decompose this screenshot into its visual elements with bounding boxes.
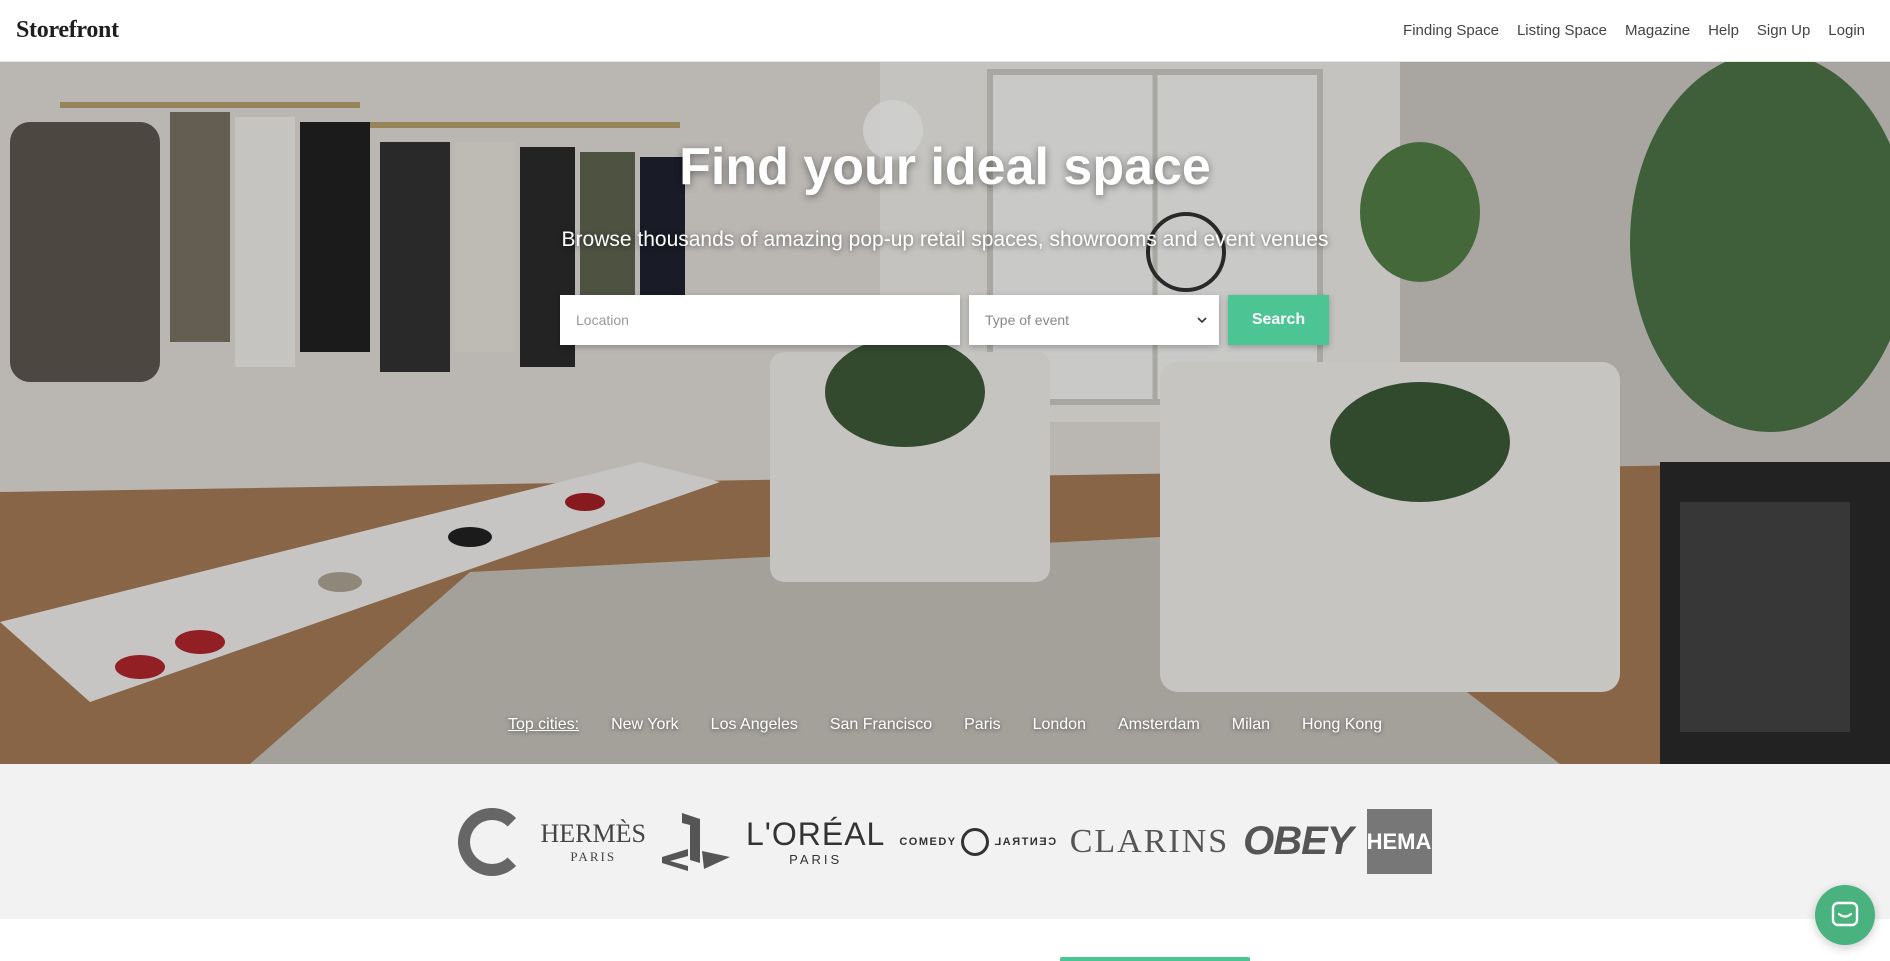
- city-link[interactable]: Milan: [1232, 716, 1270, 734]
- comedy-ring-icon: [960, 827, 989, 856]
- clarins-logo: CLARINS: [1069, 822, 1230, 860]
- loreal-wordmark: L'ORÉAL: [745, 815, 886, 852]
- loreal-subtext: PARIS: [789, 851, 843, 867]
- city-link[interactable]: San Francisco: [830, 716, 932, 734]
- comedy-central-logo: COMEDY CENTRAL: [899, 827, 1056, 856]
- top-cities-label[interactable]: Top cities:: [508, 716, 579, 734]
- nav-listing-space[interactable]: Listing Space: [1508, 22, 1616, 39]
- nav-help[interactable]: Help: [1699, 22, 1748, 39]
- search-bar: Type of event Search: [560, 295, 1329, 345]
- nav-sign-up[interactable]: Sign Up: [1748, 22, 1819, 39]
- city-link[interactable]: London: [1033, 716, 1086, 734]
- hero-subtitle: Browse thousands of amazing pop-up retai…: [561, 228, 1329, 251]
- hero-section: Find your ideal space Browse thousands o…: [0, 62, 1890, 764]
- top-cities: Top cities: New York Los Angeles San Fra…: [0, 716, 1890, 734]
- g-logo-icon: [458, 807, 527, 876]
- search-button[interactable]: Search: [1228, 295, 1329, 345]
- city-link[interactable]: Amsterdam: [1118, 716, 1200, 734]
- event-type-select[interactable]: Type of event: [969, 295, 1219, 345]
- city-link[interactable]: Hong Kong: [1302, 716, 1382, 734]
- hermes-wordmark: HERMÈS: [540, 818, 646, 848]
- nav-magazine[interactable]: Magazine: [1616, 22, 1699, 39]
- site-header: Storefront Finding Space Listing Space M…: [0, 0, 1890, 62]
- chat-launcher-button[interactable]: [1815, 885, 1875, 945]
- loreal-logo: L'ORÉAL PARIS: [746, 818, 885, 866]
- location-input[interactable]: [560, 295, 960, 345]
- hero-title: Find your ideal space: [679, 138, 1211, 196]
- hermes-logo: HERMÈS PARIS: [540, 818, 646, 864]
- obey-logo: OBEY: [1243, 819, 1353, 863]
- storefront-logo[interactable]: Storefront: [16, 17, 119, 44]
- nav-finding-space[interactable]: Finding Space: [1394, 22, 1508, 39]
- comedy-wordmark: COMEDY: [899, 835, 957, 848]
- nav-login[interactable]: Login: [1819, 22, 1874, 39]
- event-type-value: Type of event: [985, 312, 1070, 328]
- city-link[interactable]: Los Angeles: [711, 716, 798, 734]
- hermes-subtext: PARIS: [570, 848, 617, 864]
- main-nav: Finding Space Listing Space Magazine Hel…: [1394, 22, 1874, 39]
- playstation-logo-icon: [660, 811, 732, 873]
- hema-logo: HEMA: [1366, 809, 1432, 874]
- next-section-accent: [1060, 957, 1250, 961]
- central-wordmark: CENTRAL: [992, 835, 1056, 848]
- chat-bubble-icon: [1831, 901, 1859, 927]
- chevron-down-icon: [1197, 317, 1207, 324]
- city-link[interactable]: Paris: [964, 716, 1000, 734]
- city-link[interactable]: New York: [611, 716, 679, 734]
- brand-logos-strip: HERMÈS PARIS L'ORÉAL PARIS COMEDY CENTRA…: [0, 764, 1890, 919]
